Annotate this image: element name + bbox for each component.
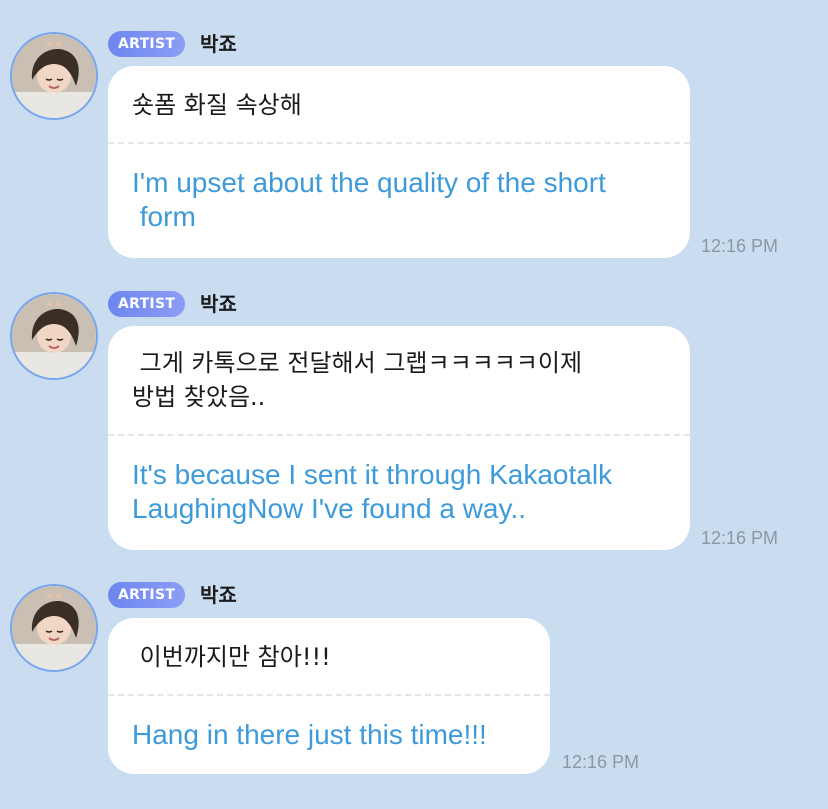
bubble-divider xyxy=(108,434,690,436)
artist-badge: ARTIST xyxy=(108,291,186,317)
message-bubble[interactable]: 이번까지만 참아!!! Hang in there just this time… xyxy=(108,618,550,774)
profile-photo-icon[interactable] xyxy=(10,584,98,672)
artist-badge: ARTIST xyxy=(108,31,186,57)
message-timestamp: 12:16 PM xyxy=(562,752,640,772)
message-timestamp: 12:16 PM xyxy=(701,528,779,548)
message-bubble[interactable]: 숏폼 화질 속상해 I'm upset about the quality of… xyxy=(108,66,690,258)
bubble-divider xyxy=(108,694,550,696)
original-message-text: 숏폼 화질 속상해 xyxy=(132,91,302,119)
original-message-text: 이번까지만 참아!!! xyxy=(132,643,331,671)
message-timestamp: 12:16 PM xyxy=(701,236,779,256)
translated-message-text: Hang in there just this time!!! xyxy=(132,719,487,750)
bubble-divider xyxy=(108,142,690,144)
sender-name: 박죠 xyxy=(200,292,237,316)
translated-message-text: I'm upset about the quality of the short… xyxy=(132,167,606,232)
original-message-text: 그게 카톡으로 전달해서 그랩ㅋㅋㅋㅋㅋ이제 방법 찾았음.. xyxy=(132,349,583,411)
sender-name: 박죠 xyxy=(200,583,237,607)
artist-badge: ARTIST xyxy=(108,582,186,608)
sender-name: 박죠 xyxy=(200,32,237,56)
profile-photo-icon[interactable] xyxy=(10,32,98,120)
message-bubble[interactable]: 그게 카톡으로 전달해서 그랩ㅋㅋㅋㅋㅋ이제 방법 찾았음.. It's bec… xyxy=(108,326,690,550)
translated-message-text: It's because I sent it through Kakaotalk… xyxy=(132,459,613,524)
profile-photo-icon[interactable] xyxy=(10,292,98,380)
